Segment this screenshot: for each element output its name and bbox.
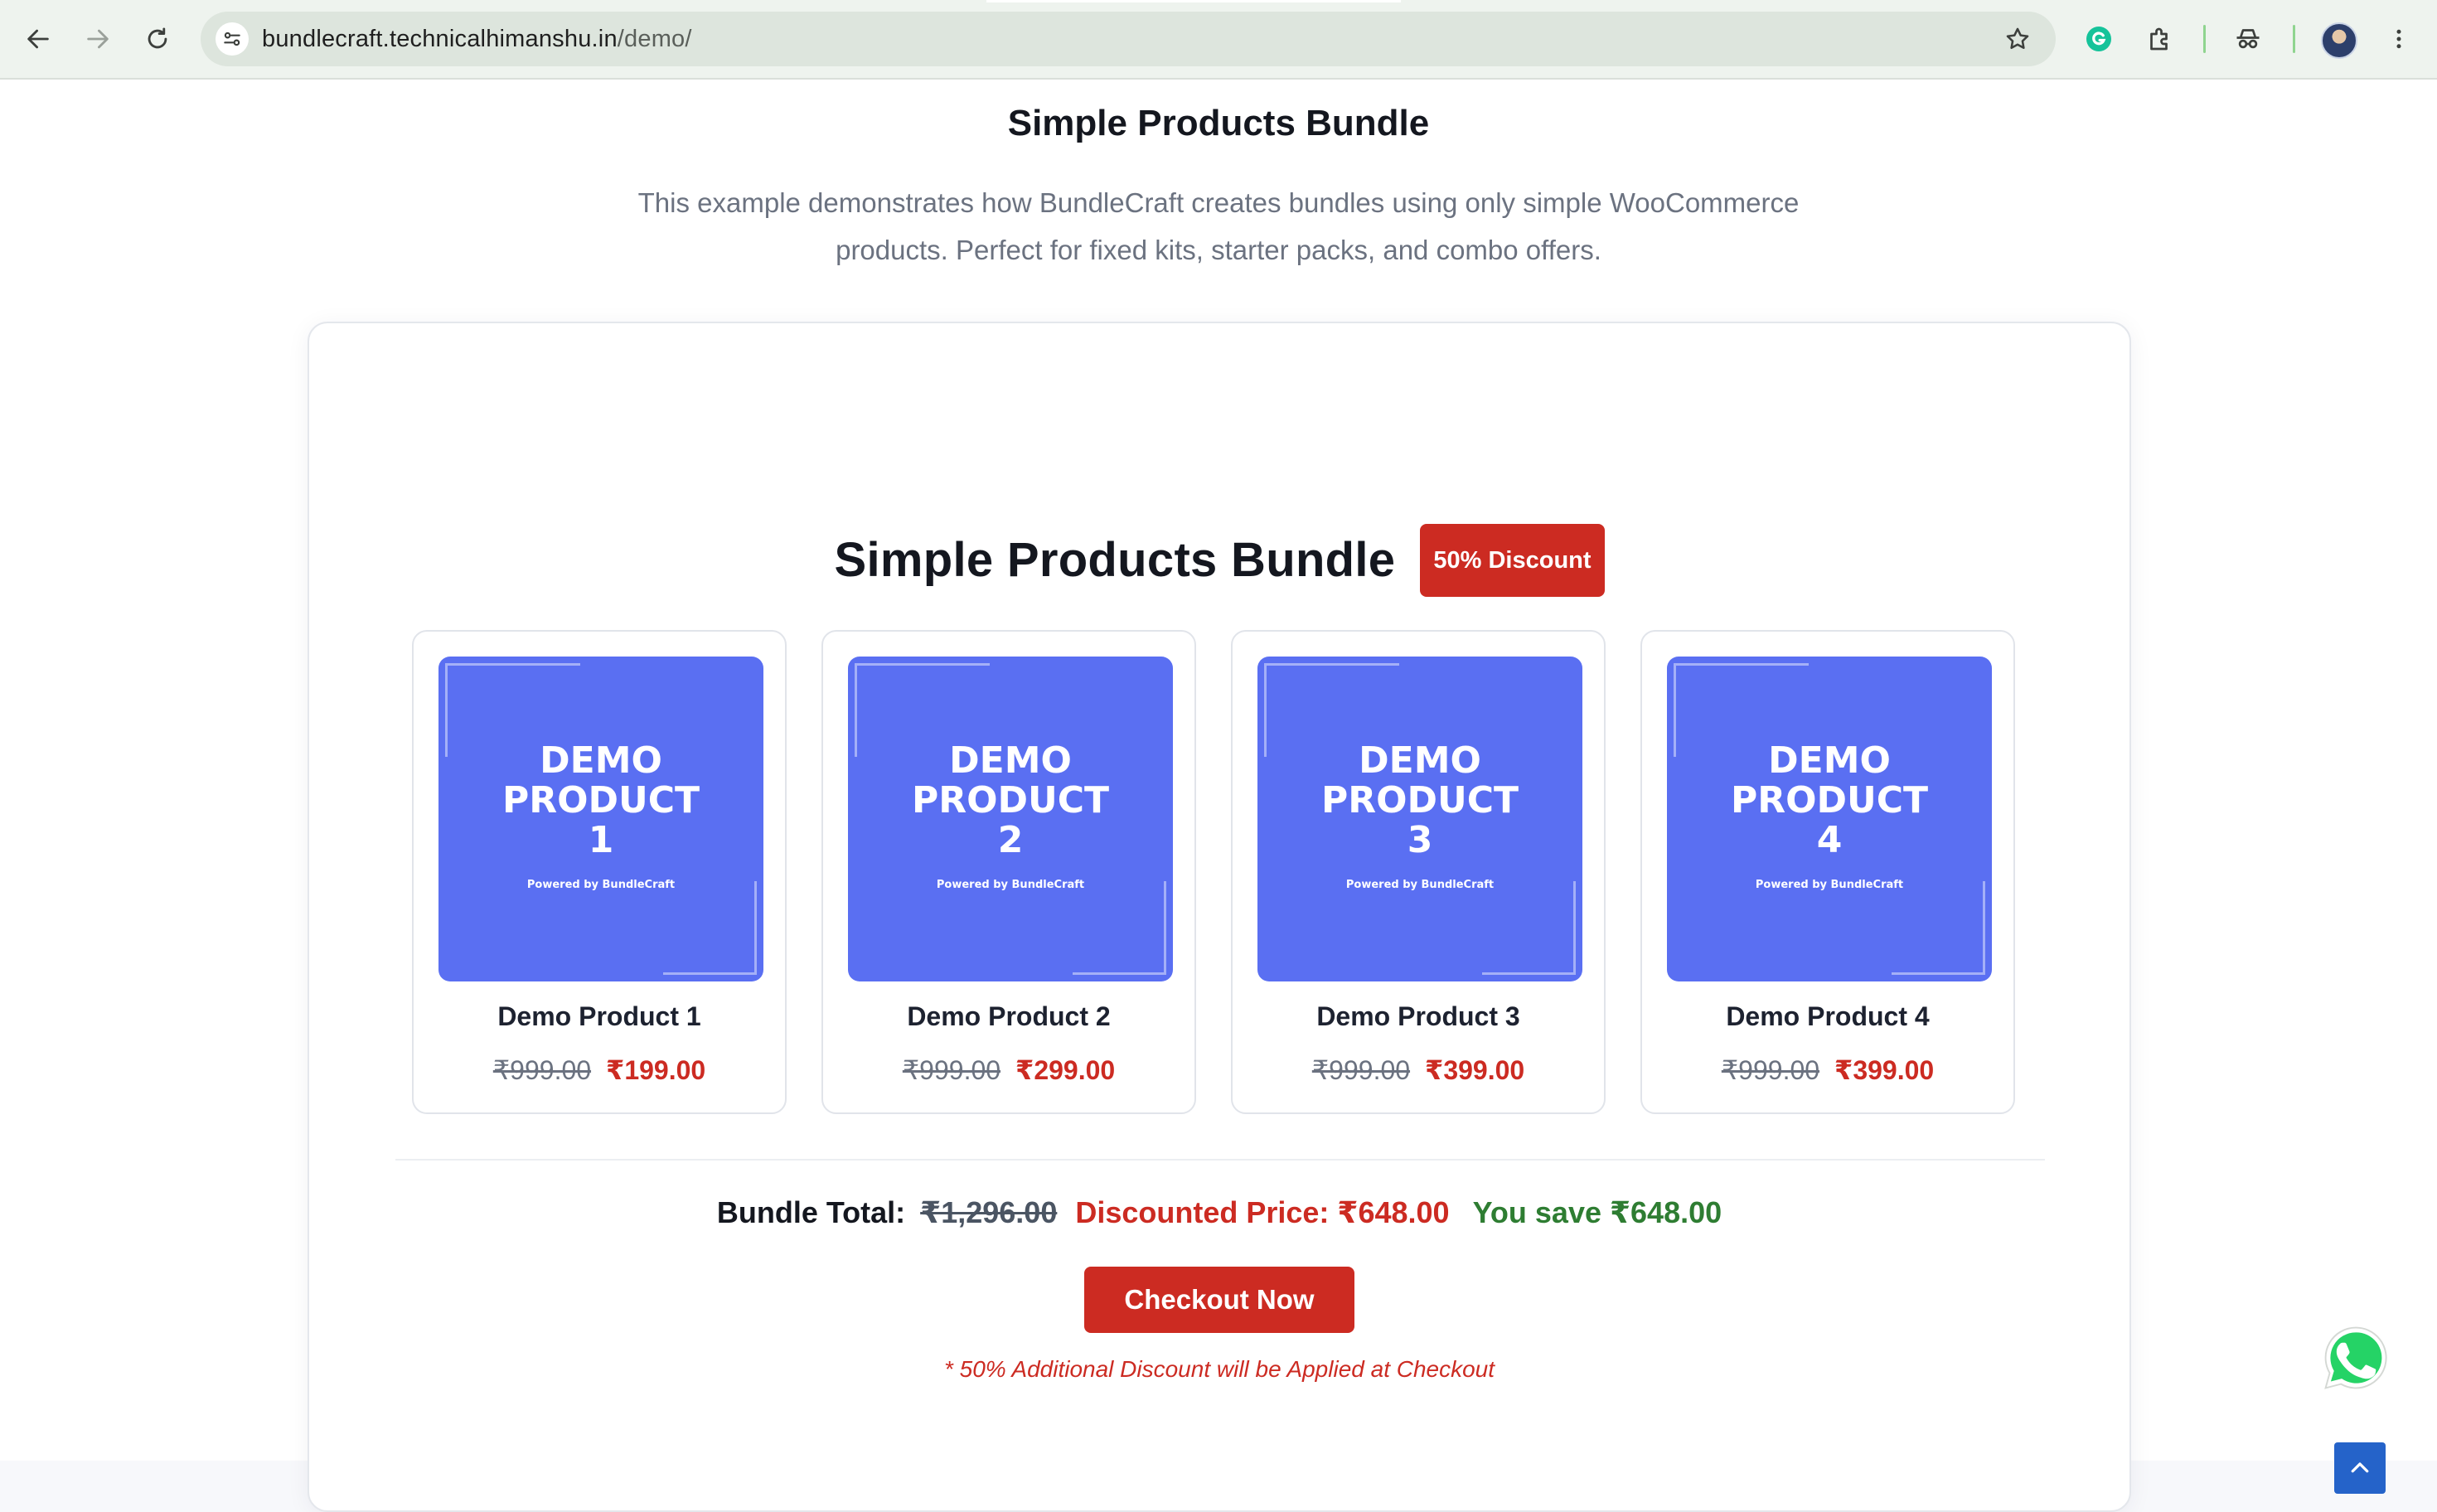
profile-avatar[interactable] [2321, 22, 2357, 59]
product-name[interactable]: Demo Product 3 [1233, 1001, 1604, 1032]
section-divider [395, 1159, 2045, 1161]
product-sale-price: ₹199.00 [606, 1055, 706, 1085]
url-text[interactable]: bundlecraft.technicalhimanshu.in/demo/ [262, 12, 692, 66]
product-name[interactable]: Demo Product 4 [1642, 1001, 2013, 1032]
product-image-title: DEMO PRODUCT 1 [501, 739, 700, 861]
product-prices: ₹999.00 ₹399.00 [1233, 1054, 1604, 1086]
checkout-now-button[interactable]: Checkout Now [1084, 1267, 1354, 1333]
page-title: Simple Products Bundle [1007, 103, 1430, 143]
product-card[interactable]: DEMO PRODUCT 3 Powered by BundleCraft De… [1231, 630, 1606, 1114]
product-image-subtitle: Powered by BundleCraft [1755, 879, 1904, 891]
product-image[interactable]: DEMO PRODUCT 1 Powered by BundleCraft [438, 657, 763, 981]
toolbar-separator [2293, 25, 2295, 53]
bundle-discounted-price: Discounted Price: ₹648.00 [1075, 1195, 1450, 1229]
product-original-price: ₹999.00 [492, 1055, 592, 1085]
product-list: DEMO PRODUCT 1 Powered by BundleCraft De… [412, 630, 2015, 1114]
address-bar[interactable]: bundlecraft.technicalhimanshu.in/demo/ [201, 12, 2056, 66]
product-prices: ₹999.00 ₹199.00 [414, 1054, 785, 1086]
reload-button[interactable] [138, 19, 177, 59]
forward-button[interactable] [78, 19, 118, 59]
product-sale-price: ₹399.00 [1834, 1055, 1935, 1085]
bookmark-star-icon[interactable] [2001, 22, 2034, 56]
product-image[interactable]: DEMO PRODUCT 2 Powered by BundleCraft [848, 657, 1173, 981]
product-image-title: DEMO PRODUCT 3 [1320, 739, 1519, 861]
bundle-savings: You save ₹648.00 [1472, 1195, 1722, 1229]
product-image-subtitle: Powered by BundleCraft [1345, 879, 1495, 891]
bundle-card: Simple Products Bundle 50% Discount DEMO… [308, 322, 2131, 1512]
url-path: /demo/ [617, 26, 692, 52]
toolbar-separator [2203, 25, 2206, 53]
scroll-to-top-button[interactable] [2334, 1442, 2386, 1494]
product-name[interactable]: Demo Product 2 [823, 1001, 1194, 1032]
bundle-total-label: Bundle Total: [716, 1195, 906, 1229]
page-description: This example demonstrates how BundleCraf… [637, 187, 1800, 265]
image-frame-decoration [663, 881, 757, 975]
whatsapp-chat-button[interactable] [2318, 1320, 2394, 1396]
checkout-discount-note: * 50% Additional Discount will be Applie… [943, 1356, 1495, 1382]
back-button[interactable] [18, 19, 58, 59]
arrow-left-icon [27, 29, 49, 49]
product-image-title: DEMO PRODUCT 2 [911, 739, 1110, 861]
product-prices: ₹999.00 ₹399.00 [1642, 1054, 2013, 1086]
product-original-price: ₹999.00 [1721, 1055, 1820, 1085]
image-frame-decoration [1892, 881, 1985, 975]
discount-badge: 50% Discount [1420, 524, 1605, 597]
product-card[interactable]: DEMO PRODUCT 1 Powered by BundleCraft De… [412, 630, 787, 1114]
incognito-profile-icon[interactable] [2228, 19, 2268, 59]
chevron-up-icon [2351, 1462, 2369, 1473]
product-name[interactable]: Demo Product 1 [414, 1001, 785, 1032]
product-sale-price: ₹399.00 [1425, 1055, 1525, 1085]
extensions-puzzle-icon[interactable] [2140, 19, 2180, 59]
product-original-price: ₹999.00 [902, 1055, 1001, 1085]
active-tab-indicator [986, 0, 1401, 2]
product-original-price: ₹999.00 [1311, 1055, 1411, 1085]
product-card[interactable]: DEMO PRODUCT 2 Powered by BundleCraft De… [821, 630, 1196, 1114]
whatsapp-icon [2324, 1326, 2387, 1389]
product-image-title: DEMO PRODUCT 4 [1730, 739, 1929, 861]
image-frame-decoration [1482, 881, 1576, 975]
bundle-original-total: ₹1,296.00 [920, 1195, 1058, 1229]
reload-icon [148, 27, 167, 49]
site-info-icon[interactable] [216, 22, 249, 56]
grammarly-extension-icon[interactable] [2079, 19, 2119, 59]
browser-toolbar: bundlecraft.technicalhimanshu.in/demo/ [0, 0, 2437, 80]
bundle-header: Simple Products Bundle 50% Discount [309, 522, 2129, 597]
image-frame-decoration [1073, 881, 1166, 975]
bundle-title: Simple Products Bundle [834, 532, 1396, 587]
bundle-totals: Bundle Total: ₹1,296.00 Discounted Price: … [309, 1195, 2129, 1230]
product-prices: ₹999.00 ₹299.00 [823, 1054, 1194, 1086]
more-menu-icon[interactable] [2379, 19, 2419, 59]
product-image[interactable]: DEMO PRODUCT 4 Powered by BundleCraft [1667, 657, 1992, 981]
product-image-subtitle: Powered by BundleCraft [526, 879, 676, 891]
product-sale-price: ₹299.00 [1015, 1055, 1116, 1085]
product-image-subtitle: Powered by BundleCraft [936, 879, 1085, 891]
product-card[interactable]: DEMO PRODUCT 4 Powered by BundleCraft De… [1640, 630, 2015, 1114]
product-image[interactable]: DEMO PRODUCT 3 Powered by BundleCraft [1257, 657, 1582, 981]
arrow-right-icon [87, 29, 109, 49]
url-host: bundlecraft.technicalhimanshu.in [262, 26, 618, 52]
page-content: Simple Products Bundle This example demo… [0, 80, 2437, 1512]
